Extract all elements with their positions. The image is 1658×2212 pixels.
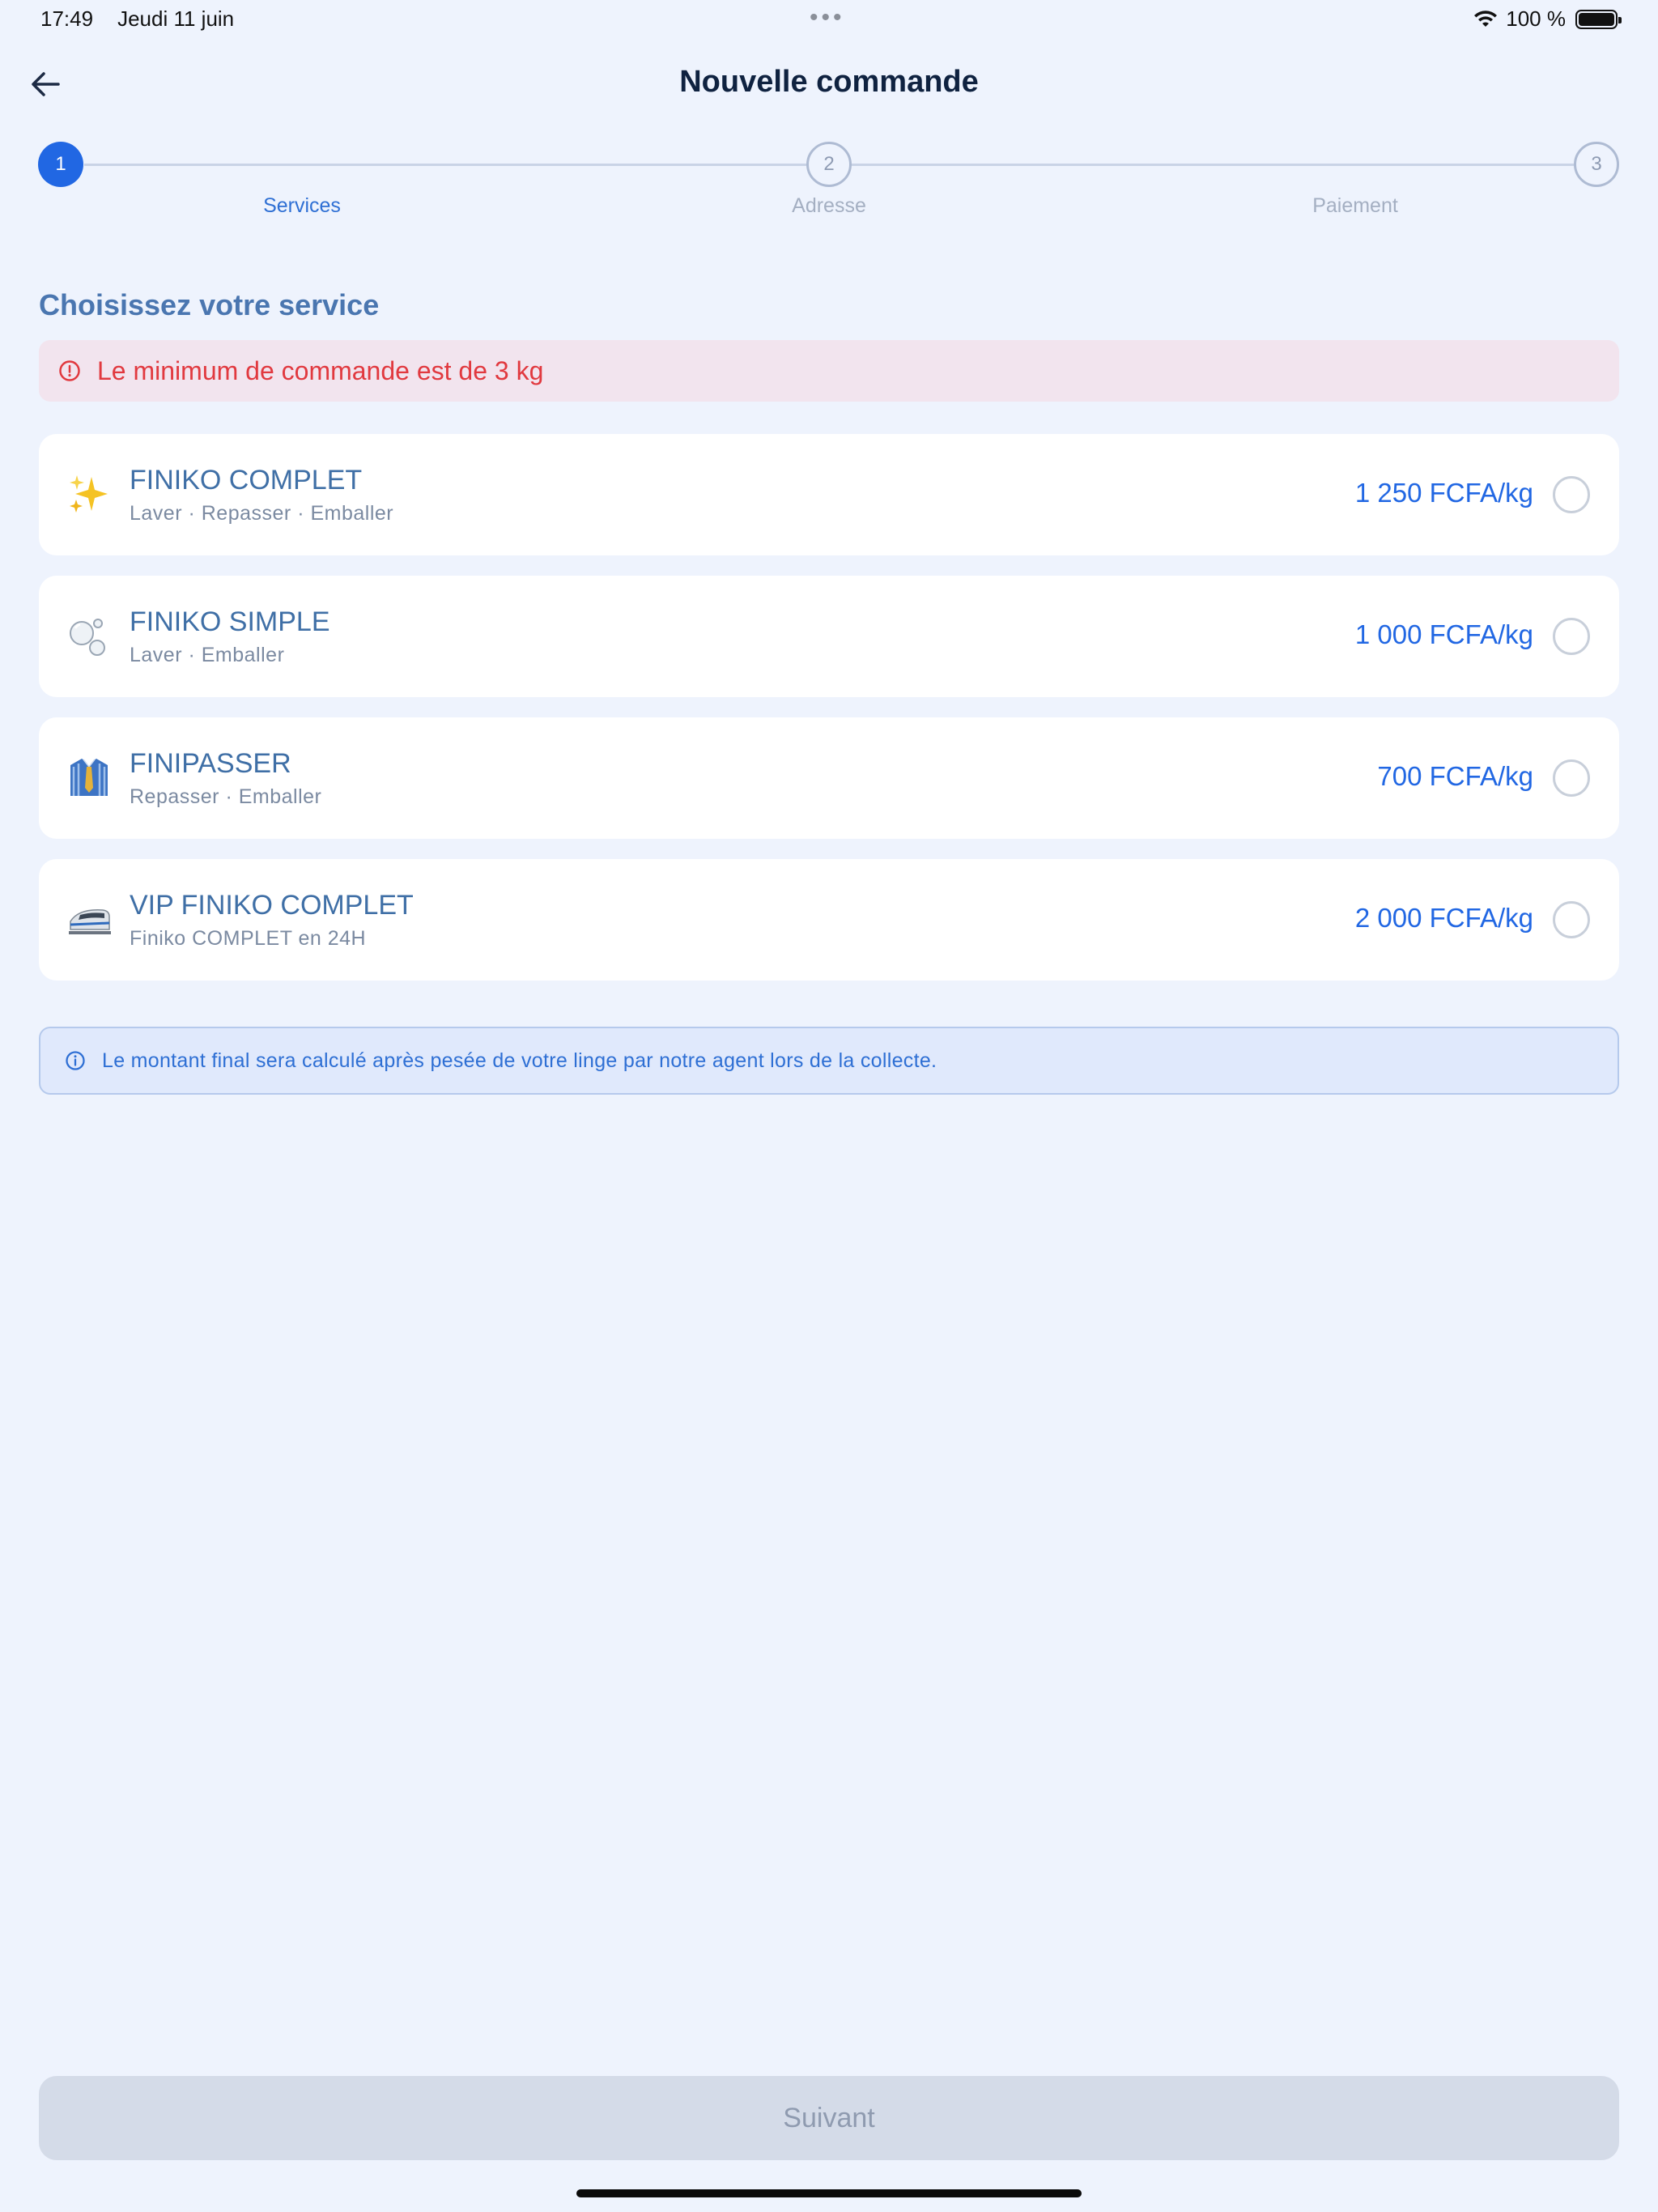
service-description: Repasser · Emballer <box>130 785 322 808</box>
service-description: Laver · Emballer <box>130 644 285 666</box>
alert-text: Le minimum de commande est de 3 kg <box>97 355 544 385</box>
service-price: 700 FCFA/kg <box>1377 761 1533 791</box>
service-price: 1 250 FCFA/kg <box>1354 478 1533 508</box>
status-indicators: 100 % <box>1473 6 1622 32</box>
service-card-finipasser[interactable]: FINIPASSER Repasser · Emballer 700 FCFA/… <box>39 717 1619 839</box>
service-price: 2 000 FCFA/kg <box>1354 903 1533 933</box>
service-radio-button[interactable] <box>1553 759 1590 797</box>
step-3-label: Paiement <box>1312 194 1398 217</box>
step-1-label: Services <box>263 194 341 217</box>
bullet-train-icon <box>66 896 112 942</box>
service-price: 1 000 FCFA/kg <box>1354 619 1533 649</box>
battery-percentage: 100 % <box>1506 6 1566 31</box>
service-radio-button[interactable] <box>1553 476 1590 513</box>
page-title: Nouvelle commande <box>679 65 979 99</box>
next-button[interactable]: Suivant <box>39 2076 1619 2160</box>
sparkles-icon <box>66 471 112 517</box>
status-bar: 17:49 Jeudi 11 juin ••• 100 % <box>0 0 1658 39</box>
service-description: Finiko COMPLET en 24H <box>130 927 367 950</box>
service-radio-button[interactable] <box>1553 901 1590 938</box>
status-time-date: 17:49 Jeudi 11 juin <box>40 6 258 32</box>
service-description: Laver · Repasser · Emballer <box>130 502 394 525</box>
service-name: FINIKO COMPLET <box>130 465 363 496</box>
step-connector <box>852 164 1574 166</box>
section-title: Choisissez votre service <box>39 288 380 321</box>
multitasking-dots[interactable]: ••• <box>810 6 845 30</box>
step-connector <box>84 164 806 166</box>
status-date: Jeudi 11 juin <box>117 6 235 31</box>
step-1-circle: 1 <box>38 142 83 187</box>
minimum-order-alert: Le minimum de commande est de 3 kg <box>39 340 1619 402</box>
step-3-circle: 3 <box>1574 142 1619 187</box>
step-2-label: Adresse <box>792 194 866 217</box>
service-card-finiko-simple[interactable]: FINIKO SIMPLE Laver · Emballer 1 000 FCF… <box>39 576 1619 697</box>
info-circle-icon <box>66 1051 85 1070</box>
service-radio-button[interactable] <box>1553 618 1590 655</box>
service-card-finiko-complet[interactable]: FINIKO COMPLET Laver · Repasser · Emball… <box>39 434 1619 555</box>
service-card-vip-finiko-complet[interactable]: VIP FINIKO COMPLET Finiko COMPLET en 24H… <box>39 859 1619 981</box>
service-name: FINIKO SIMPLE <box>130 606 330 637</box>
battery-icon <box>1575 9 1622 29</box>
status-time: 17:49 <box>40 6 94 31</box>
service-name: VIP FINIKO COMPLET <box>130 890 414 921</box>
info-note: Le montant final sera calculé après pesé… <box>39 1027 1619 1095</box>
wifi-icon <box>1474 10 1498 27</box>
service-name: FINIPASSER <box>130 748 291 779</box>
info-note-text: Le montant final sera calculé après pesé… <box>102 1049 937 1072</box>
bubbles-icon <box>66 613 112 658</box>
step-2-circle: 2 <box>806 142 852 187</box>
shirt-icon <box>66 755 112 800</box>
home-indicator[interactable] <box>576 2189 1082 2197</box>
stepper: 1 2 3 Services Adresse Paiement <box>0 139 1658 228</box>
alert-circle-icon <box>59 360 80 381</box>
